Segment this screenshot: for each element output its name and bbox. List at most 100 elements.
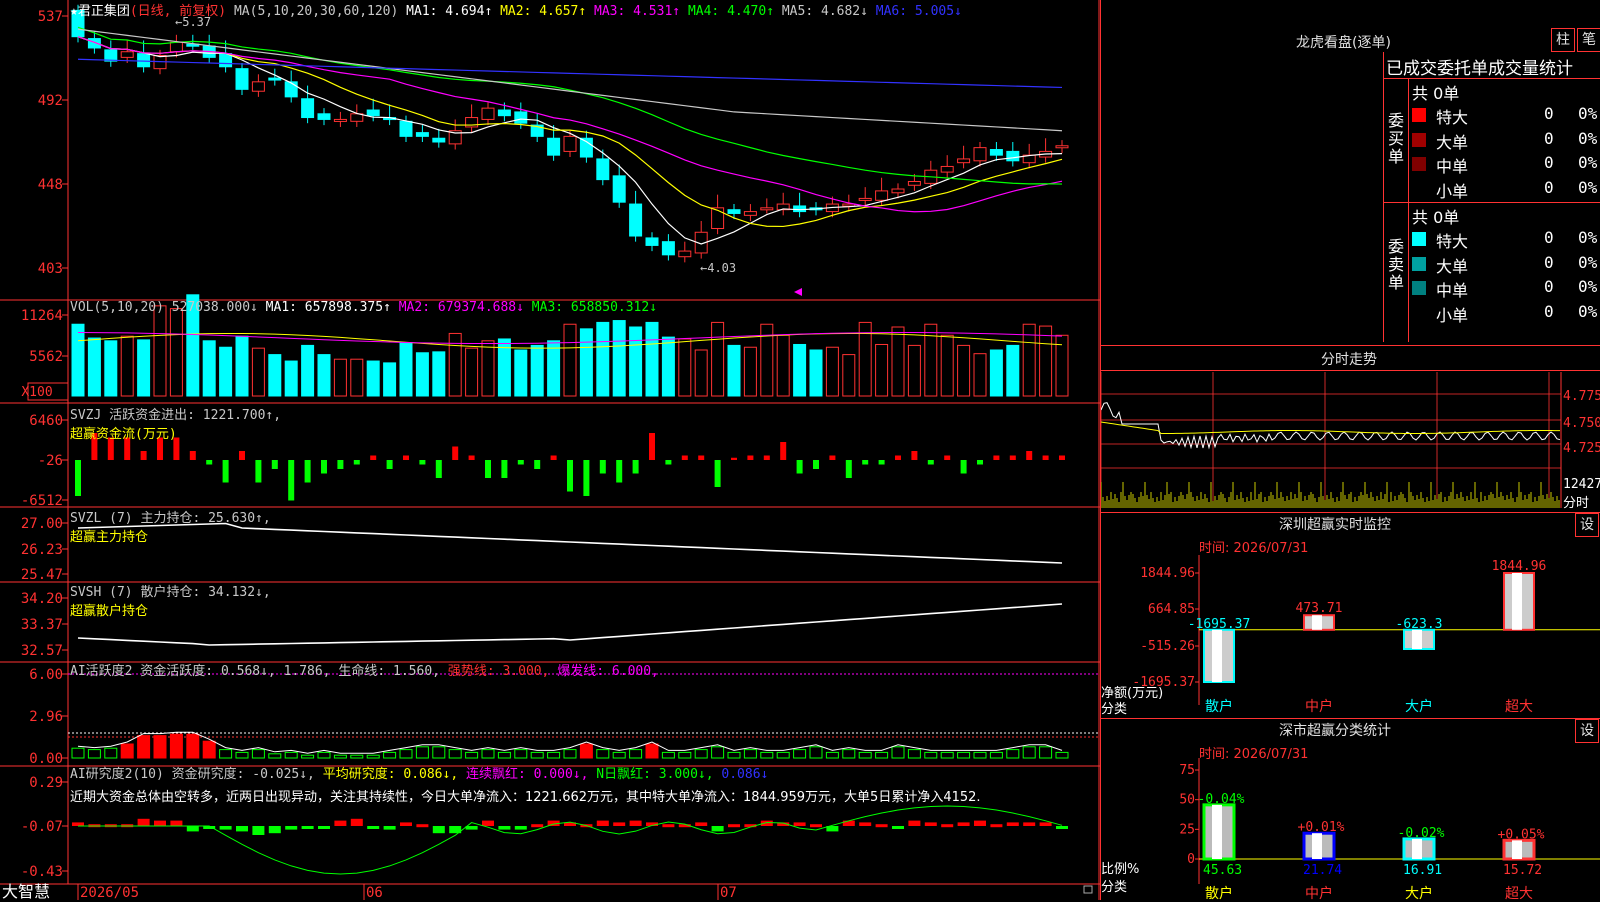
- research-bar: [1056, 826, 1068, 829]
- order-pct: 0%: [1578, 277, 1598, 296]
- candle-body: [727, 209, 741, 214]
- classify-y-label: 0: [1187, 852, 1195, 867]
- candle-body: [317, 113, 331, 120]
- volume-bar: [104, 340, 118, 397]
- fund-flow-bar: [977, 460, 983, 465]
- stock-title[interactable]: ★君正集团: [70, 4, 130, 19]
- research-bar: [301, 826, 314, 829]
- research-bar: [252, 826, 265, 835]
- activity-bar: [448, 749, 462, 759]
- activity-bar: [465, 751, 479, 759]
- intraday-chart[interactable]: [1101, 372, 1600, 510]
- intraday-price-2: 4.750: [1563, 416, 1600, 431]
- activity-bar: [366, 754, 380, 759]
- period-label[interactable]: (日线, 前复权): [130, 4, 226, 19]
- candle-body: [120, 51, 134, 58]
- buy-row: 小单 0 0%: [1412, 178, 1600, 203]
- vol-header: VOL(5,10,20) 527038.000↓ MA1: 657898.375…: [70, 300, 658, 315]
- main-y-label: 403: [38, 261, 63, 277]
- research-bar: [268, 826, 281, 834]
- activity-bar: [776, 751, 790, 759]
- order-count: 0: [1544, 128, 1554, 148]
- activity-bar: [547, 751, 561, 759]
- intraday-vol-unit: 分时: [1563, 496, 1590, 511]
- research-bar: [514, 826, 527, 830]
- sell-rows: 特大 0 0% 大单 0 0% 中单 0 0% 小单 0 0%: [1412, 228, 1600, 326]
- volume-bar: [989, 349, 1003, 397]
- candle-body: [284, 81, 298, 98]
- research-bar: [383, 826, 396, 830]
- research-bar: [285, 826, 298, 830]
- ma-value-4: MA4: 4.470↑: [687, 4, 782, 19]
- active-y-label: 6.00: [29, 667, 63, 683]
- activity-bar: [957, 751, 971, 759]
- candle-body: [793, 205, 807, 213]
- sz-monitor-settings-button[interactable]: 设: [1575, 513, 1599, 537]
- volume-bar: [137, 339, 151, 397]
- activity-bar: [1055, 751, 1069, 759]
- color-swatch-icon: [1412, 306, 1426, 320]
- svzj-header: SVZJ 活跃资金进出: 1221.700↑, 超赢资金流(万元): [70, 408, 282, 442]
- fund-flow-bar: [1026, 451, 1033, 460]
- order-pct: 0%: [1578, 301, 1598, 321]
- lock-icon: [1083, 885, 1093, 894]
- sell-row: 大单 0 0%: [1412, 253, 1600, 278]
- candle-body: [432, 137, 446, 143]
- research-bar: [892, 826, 904, 829]
- tick-view-button[interactable]: 笔: [1577, 28, 1600, 52]
- fund-flow-bar: [960, 460, 967, 474]
- order-count: 0: [1544, 252, 1554, 272]
- fund-flow-bar: [534, 460, 541, 469]
- volume-bar: [1039, 325, 1053, 397]
- buy-orders-label: 委买单: [1388, 111, 1405, 166]
- research-bar: [170, 820, 183, 826]
- classify-category-label: 散户: [1205, 885, 1233, 900]
- buy-total: 共 0单: [1412, 84, 1460, 103]
- bar-view-button[interactable]: 柱: [1551, 28, 1575, 52]
- volume-bar: [366, 360, 380, 397]
- vol-value-1: 527038.000↓: [171, 300, 266, 315]
- research-bar: [695, 822, 708, 826]
- ai-research-header: AI研究度2(10) 资金研究度: -0.025↓, 平均研究度: 0.086↓…: [70, 767, 769, 782]
- candle-body: [973, 147, 987, 162]
- volume-bar: [645, 321, 659, 397]
- activity-bar: [268, 753, 282, 759]
- order-pct: 0%: [1578, 128, 1598, 148]
- fund-flow-bar: [616, 460, 623, 483]
- fund-flow-bar: [878, 460, 885, 465]
- activity-bar: [383, 751, 397, 759]
- sz-monitor-time: 时间: 2026/07/31: [1199, 541, 1309, 556]
- classify-change-label: -0.02%: [1398, 826, 1445, 841]
- monitor-category-label: 中户: [1305, 698, 1333, 715]
- brand-logo[interactable]: 大智慧: [2, 878, 50, 902]
- volume-bar: [711, 321, 725, 397]
- research-bar: [219, 826, 232, 830]
- sell-total: 共 0单: [1412, 208, 1460, 227]
- activity-bar: [678, 751, 692, 759]
- fund-flow-bar: [222, 460, 229, 483]
- research-bar: [875, 824, 888, 828]
- monitor-category-label: 大户: [1405, 698, 1433, 715]
- candle-body: [1006, 150, 1020, 162]
- volume-bar: [514, 349, 528, 397]
- volume-bar: [875, 343, 889, 397]
- order-count: 0: [1544, 228, 1554, 247]
- activity-bar: [251, 749, 265, 759]
- color-swatch-icon: [1412, 256, 1426, 271]
- research-bar: [498, 826, 511, 830]
- volume-bar: [71, 323, 85, 397]
- fund-flow-bar: [206, 460, 213, 465]
- ma-header: MA(5,10,20,30,60,120): [233, 4, 399, 19]
- fund-flow-bar: [386, 460, 393, 469]
- sz-classify-settings-button[interactable]: 设: [1575, 719, 1599, 743]
- candle-body: [760, 207, 774, 211]
- main-chart-header: ★君正集团(日线, 前复权) MA(5,10,20,30,60,120) MA1…: [70, 0, 962, 19]
- volume-bar: [87, 337, 101, 397]
- research-bar: [974, 820, 986, 826]
- research-bar: [596, 820, 609, 826]
- sz-classify-title: 深市超赢分类统计: [1279, 723, 1391, 739]
- fund-flow-bar: [321, 460, 327, 474]
- volume-bar: [842, 354, 856, 397]
- order-size-label: 特大: [1436, 108, 1469, 127]
- research-bar: [924, 822, 937, 826]
